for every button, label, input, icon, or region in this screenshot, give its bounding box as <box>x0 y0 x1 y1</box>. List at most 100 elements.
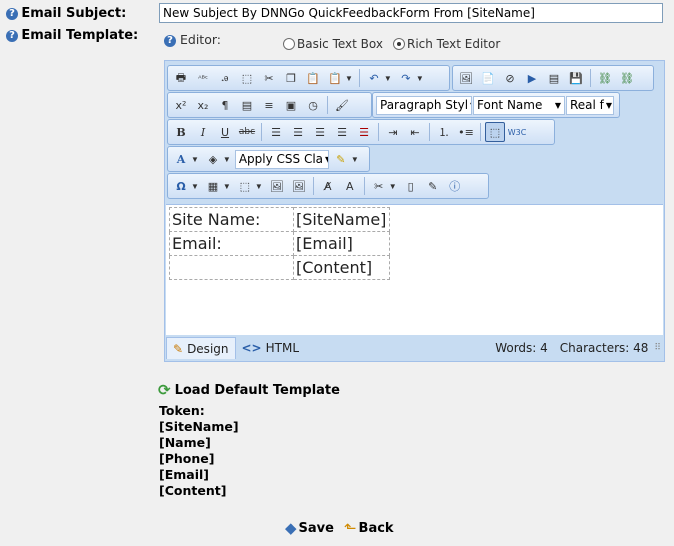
custom-links-icon[interactable]: ✂ <box>369 176 389 196</box>
radio-rich-label[interactable]: Rich Text Editor <box>407 37 500 51</box>
paste-icon[interactable]: 📋 <box>303 68 323 88</box>
format-painter-icon[interactable]: 🖌 <box>332 95 352 115</box>
tab-design[interactable]: ✎ Design <box>166 337 236 359</box>
resize-grip-icon[interactable]: ⠿ <box>654 343 661 353</box>
pencil-icon: ✎ <box>173 341 184 356</box>
paragraph-icon[interactable]: ¶ <box>215 95 235 115</box>
editor-label: Editor: <box>179 32 221 47</box>
font-name-select[interactable]: Font Name ▼ <box>473 95 565 115</box>
token-heading: Token: <box>159 403 205 418</box>
background-color-icon[interactable]: ◈ <box>203 149 223 169</box>
image-manager-icon[interactable]: 🖼 <box>456 68 476 88</box>
load-default-template-label: Load Default Template <box>174 382 340 398</box>
align-left-icon[interactable]: ☰ <box>266 122 286 142</box>
save-label: Save <box>298 520 334 536</box>
redo-icon[interactable]: ↷ <box>396 68 416 88</box>
remove-alignment-icon[interactable]: ☰ <box>354 122 374 142</box>
email-template-label-row: ? Email Template: <box>6 28 138 43</box>
horizontal-rule-icon[interactable]: ≡ <box>259 95 279 115</box>
radio-basic-label[interactable]: Basic Text Box <box>297 37 383 51</box>
table-cell[interactable]: [Email] <box>293 231 390 256</box>
insert-date-icon[interactable]: ◷ <box>303 95 323 115</box>
document-manager-icon[interactable]: 📄 <box>478 68 498 88</box>
font-size-select[interactable]: Real f ▼ <box>566 95 614 115</box>
foreground-color-icon[interactable]: A <box>171 149 191 169</box>
spellcheck-icon[interactable]: ᴬᴮᶜ <box>193 68 213 88</box>
remove-link-icon[interactable]: ⛓ <box>617 68 637 88</box>
insert-paragraph-icon[interactable]: ▤ <box>237 95 257 115</box>
list-item: [SiteName] <box>159 419 239 434</box>
editor-content-area[interactable]: Site Name: [SiteName] Email: [Email] [Co… <box>166 204 663 335</box>
justify-icon[interactable]: ☰ <box>332 122 352 142</box>
email-subject-label: Email Subject: <box>21 6 127 21</box>
hyperlink-icon[interactable]: ⛓ <box>595 68 615 88</box>
template-icon[interactable]: ▯ <box>401 176 421 196</box>
list-item: [Content] <box>159 483 227 498</box>
bold-icon[interactable]: B <box>171 122 191 142</box>
paste-options-icon[interactable]: 📋 <box>325 68 345 88</box>
select-all-icon[interactable]: ⬚ <box>237 68 257 88</box>
table-cell[interactable]: [SiteName] <box>293 207 390 232</box>
toolbar-group-managers: 🖼 📄 ⊘ ▶ ▤ 💾 ⛓ ⛓ <box>452 65 654 91</box>
save-template-icon[interactable]: 💾 <box>566 68 586 88</box>
back-arrow-icon: ⬑ <box>343 520 357 537</box>
format-code-icon[interactable]: ✎ <box>331 149 351 169</box>
copy-icon[interactable]: ❐ <box>281 68 301 88</box>
superscript-icon[interactable]: x² <box>171 95 191 115</box>
media-manager-icon[interactable]: ▶ <box>522 68 542 88</box>
align-center-icon[interactable]: ☰ <box>288 122 308 142</box>
spell-format-icon[interactable]: A <box>340 176 360 196</box>
radio-basic-text-box[interactable] <box>283 38 295 50</box>
absolute-position-icon[interactable]: 🖼 <box>289 176 309 196</box>
toolbar-group-edit: 🖶 ᴬᴮᶜ ꭿ ⬚ ✂ ❐ 📋 📋 ▼ ↶ ▼ ↷ ▼ <box>167 65 450 91</box>
cut-icon[interactable]: ✂ <box>259 68 279 88</box>
save-button[interactable]: ◆ Save <box>285 519 334 537</box>
tab-html[interactable]: <> HTML <box>236 337 306 359</box>
format-stripper-icon[interactable]: ▣ <box>281 95 301 115</box>
undo-icon[interactable]: ↶ <box>364 68 384 88</box>
email-template-label: Email Template: <box>21 28 139 43</box>
insert-snippet-icon[interactable]: ⬚ <box>235 176 255 196</box>
load-default-template-link[interactable]: ⟳ Load Default Template <box>158 381 340 399</box>
special-characters-icon[interactable]: Ω <box>171 176 191 196</box>
back-label: Back <box>358 520 394 536</box>
insert-form-icon[interactable]: ✎ <box>423 176 443 196</box>
table-cell[interactable]: Email: <box>169 231 294 256</box>
italic-icon[interactable]: I <box>193 122 213 142</box>
image-map-icon[interactable]: 🖼 <box>267 176 287 196</box>
align-right-icon[interactable]: ☰ <box>310 122 330 142</box>
find-replace-icon[interactable]: ꭿ <box>215 68 235 88</box>
email-subject-label-row: ? Email Subject: <box>6 6 126 21</box>
indent-icon[interactable]: ⇥ <box>383 122 403 142</box>
help-icon[interactable]: ? <box>6 7 18 20</box>
paragraph-style-select[interactable]: Paragraph Styl▼ <box>376 95 472 115</box>
toolbar-group-color: A▼ ◈▼ Apply CSS Cla▼ ✎▼ <box>167 146 370 172</box>
subscript-icon[interactable]: x₂ <box>193 95 213 115</box>
print-icon[interactable]: 🖶 <box>171 68 191 88</box>
help-icon[interactable]: ? <box>164 34 176 47</box>
radio-rich-text-editor[interactable] <box>392 38 405 50</box>
module-manager-icon[interactable]: A̸ <box>318 176 338 196</box>
insert-table-icon[interactable]: ▦ <box>203 176 223 196</box>
list-item: [Name] <box>159 435 211 450</box>
css-class-select[interactable]: Apply CSS Cla▼ <box>234 149 329 169</box>
back-button[interactable]: ⬑ Back <box>344 519 394 537</box>
outdent-icon[interactable]: ⇤ <box>405 122 425 142</box>
xhtml-validator-icon[interactable]: W3C <box>507 122 527 142</box>
underline-icon[interactable]: U <box>215 122 235 142</box>
strikethrough-icon[interactable]: abc <box>237 122 257 142</box>
email-subject-input[interactable] <box>159 3 663 23</box>
toolbar-group-format: x² x₂ ¶ ▤ ≡ ▣ ◷ 🖌 <box>167 92 372 118</box>
bulleted-list-icon[interactable]: •≡ <box>456 122 476 142</box>
about-icon[interactable]: ⓘ <box>445 176 465 196</box>
flash-manager-icon[interactable]: ⊘ <box>500 68 520 88</box>
tab-design-label: Design <box>187 341 229 356</box>
list-item: [Email] <box>159 467 209 482</box>
help-icon[interactable]: ? <box>6 29 18 42</box>
template-manager-icon[interactable]: ▤ <box>544 68 564 88</box>
toggle-border-icon[interactable]: ⬚ <box>485 122 505 142</box>
table-cell[interactable] <box>169 255 294 280</box>
table-cell[interactable]: Site Name: <box>169 207 294 232</box>
table-cell[interactable]: [Content] <box>293 255 390 280</box>
numbered-list-icon[interactable]: ⒈ <box>434 122 454 142</box>
